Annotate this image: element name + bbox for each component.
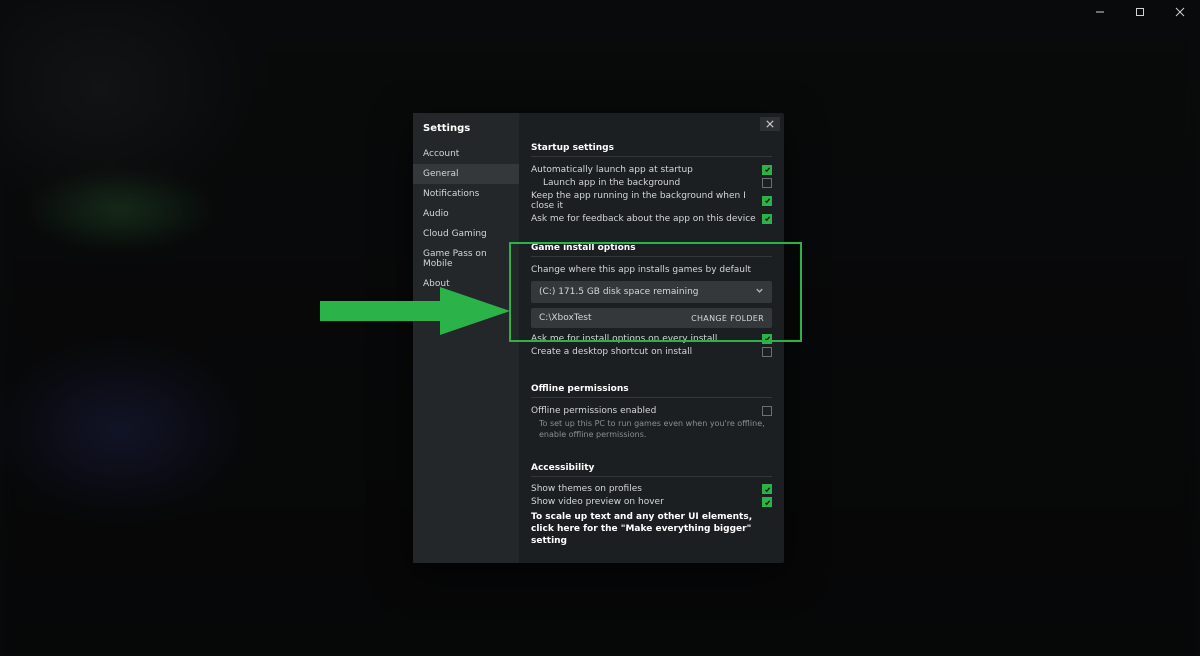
row-video-preview: Show video preview on hover [531, 496, 772, 509]
install-folder-field: C:\XboxTest CHANGE FOLDER [531, 308, 772, 328]
row-auto-launch: Automatically launch app at startup [531, 163, 772, 176]
divider [531, 397, 772, 398]
section-title-offline: Offline permissions [531, 384, 772, 394]
checkbox-auto-launch[interactable] [762, 165, 772, 175]
scale-text-link[interactable]: To scale up text and any other UI elemen… [531, 511, 772, 547]
close-icon [766, 120, 774, 128]
sidebar-item-label: Notifications [423, 189, 479, 199]
sidebar-item-label: Account [423, 149, 459, 159]
section-title-install: Game install options [531, 243, 772, 253]
section-title-accessibility: Accessibility [531, 463, 772, 473]
install-folder-value: C:\XboxTest [539, 313, 592, 323]
row-label: Show video preview on hover [531, 497, 664, 507]
row-label: Ask me for install options on every inst… [531, 334, 717, 344]
sidebar-item-label: General [423, 169, 458, 179]
checkbox-video-preview[interactable] [762, 497, 772, 507]
checkbox-desktop-shortcut[interactable] [762, 347, 772, 357]
row-change-where: Change where this app installs games by … [531, 263, 772, 276]
checkbox-keep-running[interactable] [762, 196, 772, 206]
sidebar-item-audio[interactable]: Audio [413, 204, 519, 224]
row-ask-feedback: Ask me for feedback about the app on thi… [531, 212, 772, 225]
row-desktop-shortcut: Create a desktop shortcut on install [531, 345, 772, 358]
minimize-button[interactable] [1080, 0, 1120, 24]
sidebar-item-notifications[interactable]: Notifications [413, 184, 519, 204]
divider [531, 476, 772, 477]
sidebar-item-cloud-gaming[interactable]: Cloud Gaming [413, 224, 519, 244]
row-label: Launch app in the background [543, 178, 680, 188]
settings-title: Settings [413, 113, 519, 144]
sidebar-item-game-pass-mobile[interactable]: Game Pass on Mobile [413, 244, 519, 274]
checkbox-offline-enabled[interactable] [762, 406, 772, 416]
close-dialog-button[interactable] [760, 117, 780, 131]
drive-select[interactable]: (C:) 171.5 GB disk space remaining [531, 281, 772, 303]
row-offline-enabled: Offline permissions enabled [531, 404, 772, 417]
settings-content: Startup settings Automatically launch ap… [519, 131, 784, 563]
sidebar-item-account[interactable]: Account [413, 144, 519, 164]
close-window-button[interactable] [1160, 0, 1200, 24]
drive-select-value: (C:) 171.5 GB disk space remaining [539, 287, 699, 297]
row-label: Offline permissions enabled [531, 406, 656, 416]
row-label: Create a desktop shortcut on install [531, 347, 692, 357]
chevron-down-icon [755, 286, 764, 298]
row-keep-running: Keep the app running in the background w… [531, 189, 772, 212]
divider [531, 256, 772, 257]
sidebar-item-label: Audio [423, 209, 449, 219]
maximize-button[interactable] [1120, 0, 1160, 24]
row-ask-install-options: Ask me for install options on every inst… [531, 332, 772, 345]
tutorial-arrow-icon [320, 287, 510, 339]
sidebar-item-label: Cloud Gaming [423, 229, 487, 239]
change-folder-button[interactable]: CHANGE FOLDER [691, 314, 764, 323]
window-controls [1080, 0, 1200, 24]
row-label: Keep the app running in the background w… [531, 191, 762, 211]
checkbox-launch-background[interactable] [762, 178, 772, 188]
row-label: Ask me for feedback about the app on thi… [531, 214, 756, 224]
row-label: Change where this app installs games by … [531, 265, 751, 275]
section-title-startup: Startup settings [531, 143, 772, 153]
offline-help-text: To set up this PC to run games even when… [531, 417, 772, 441]
row-show-themes: Show themes on profiles [531, 483, 772, 496]
sidebar-item-general[interactable]: General [413, 164, 519, 184]
divider [531, 156, 772, 157]
sidebar-item-label: Game Pass on Mobile [423, 249, 487, 269]
row-label: Show themes on profiles [531, 484, 642, 494]
checkbox-ask-install-options[interactable] [762, 334, 772, 344]
row-label: Automatically launch app at startup [531, 165, 693, 175]
row-launch-background: Launch app in the background [531, 176, 772, 189]
checkbox-show-themes[interactable] [762, 484, 772, 494]
checkbox-ask-feedback[interactable] [762, 214, 772, 224]
